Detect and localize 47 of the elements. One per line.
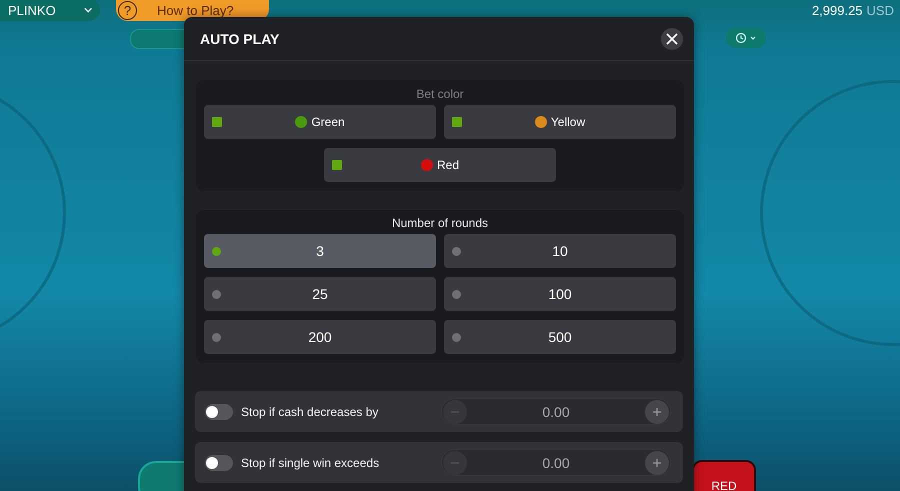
radio-dot bbox=[212, 247, 221, 256]
toggle-switch[interactable] bbox=[205, 454, 233, 470]
plus-button[interactable] bbox=[645, 450, 669, 474]
round-option[interactable]: 100 bbox=[444, 277, 676, 311]
color-option[interactable]: Green bbox=[204, 105, 436, 139]
radio-dot bbox=[212, 290, 221, 299]
plus-button[interactable] bbox=[645, 400, 669, 424]
stop-label: Stop if single win exceeds bbox=[241, 456, 380, 470]
bet-button[interactable]: RED bbox=[692, 460, 756, 491]
section-title: Bet color bbox=[415, 86, 465, 103]
color-option[interactable]: Yellow bbox=[444, 105, 676, 139]
section-title: Number of rounds bbox=[390, 215, 490, 232]
checkbox[interactable] bbox=[452, 117, 462, 127]
balance-amount: 2,999.25 bbox=[812, 2, 863, 18]
currency-label: USD bbox=[866, 2, 894, 18]
close-icon bbox=[666, 32, 678, 44]
option-label: Red bbox=[436, 158, 459, 172]
radio-dot bbox=[452, 247, 461, 256]
checkbox[interactable] bbox=[212, 117, 222, 127]
color-option[interactable]: Red bbox=[324, 148, 556, 182]
round-option[interactable]: 25 bbox=[204, 277, 436, 311]
radio-dot bbox=[452, 290, 461, 299]
close-button[interactable] bbox=[661, 28, 683, 50]
round-option[interactable]: 3 bbox=[204, 234, 436, 268]
option-label: Yellow bbox=[550, 115, 586, 129]
toggle-switch[interactable] bbox=[205, 404, 233, 420]
round-option[interactable]: 200 bbox=[204, 320, 436, 354]
game-select[interactable]: PLINKO bbox=[0, 0, 100, 21]
checkbox[interactable] bbox=[332, 160, 342, 170]
stepper-field[interactable]: 0.00 bbox=[441, 449, 671, 476]
stepper-field[interactable]: 0.00 bbox=[441, 398, 671, 425]
help-button[interactable]: ? How to Play? bbox=[116, 0, 269, 21]
option-label: Green bbox=[311, 115, 345, 129]
round-option[interactable]: 10 bbox=[444, 234, 676, 268]
question-icon: ? bbox=[118, 0, 137, 20]
radio-dot bbox=[212, 333, 221, 342]
plus-icon bbox=[653, 458, 661, 466]
amount-field[interactable]: 0.00 bbox=[467, 454, 645, 472]
stop-label: Stop if cash decreases by bbox=[241, 404, 378, 418]
chevron-down-icon bbox=[84, 7, 92, 13]
round-option[interactable]: 500 bbox=[444, 320, 676, 354]
amount-field[interactable]: 0.00 bbox=[467, 402, 645, 420]
history-button[interactable] bbox=[726, 28, 766, 48]
dialog-title: AUTO PLAY bbox=[200, 30, 280, 46]
radio-dot bbox=[452, 333, 461, 342]
clock-icon bbox=[734, 32, 758, 44]
plus-icon bbox=[653, 408, 661, 416]
